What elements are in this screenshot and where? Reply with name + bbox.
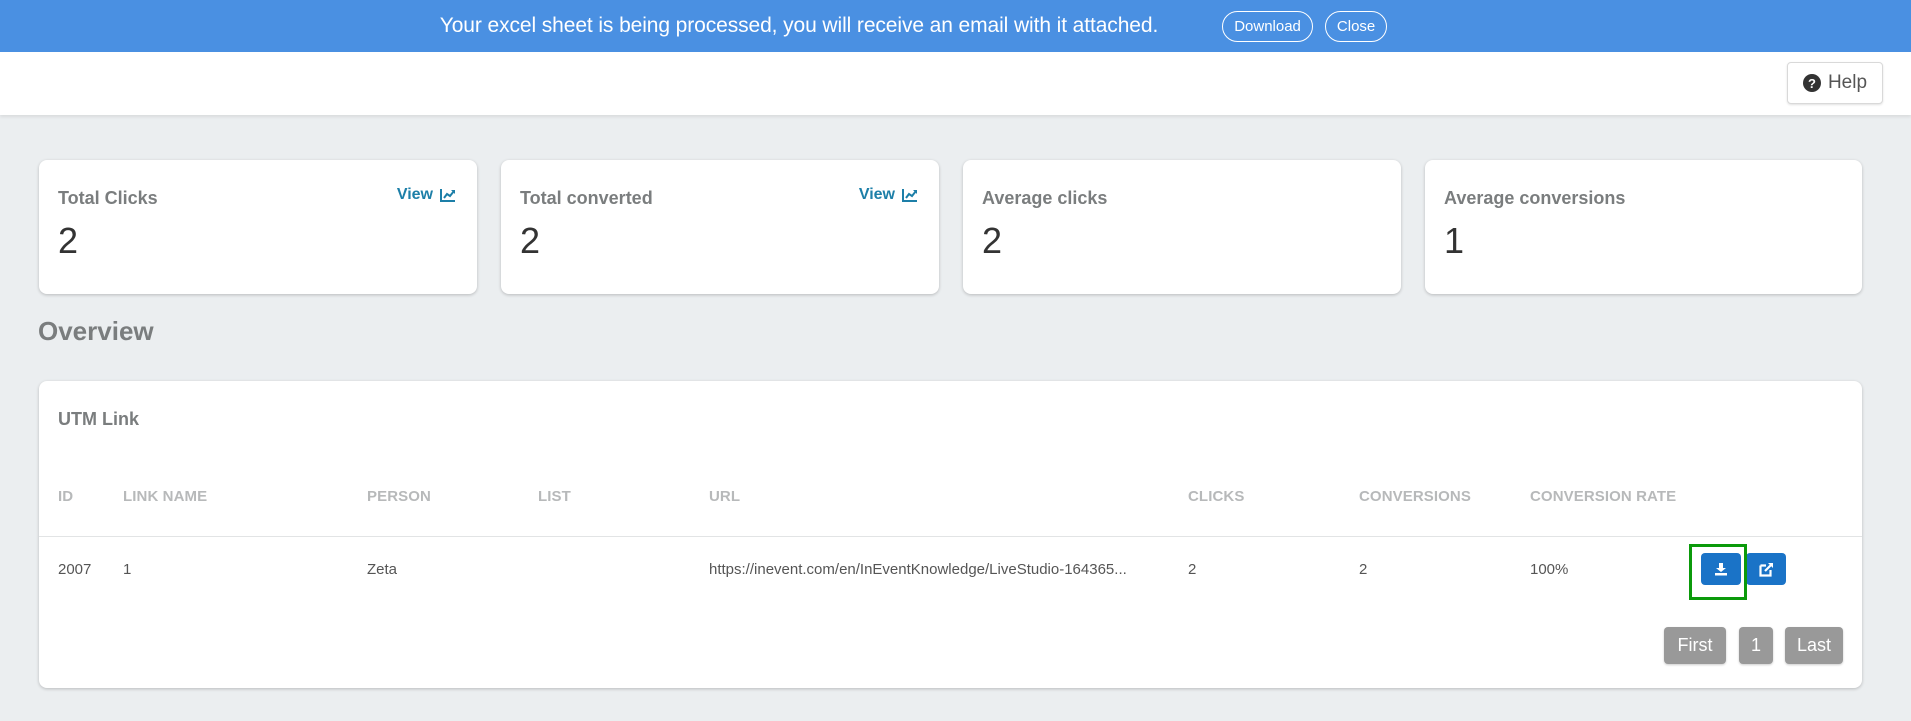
cell-clicks: 2 [1188,561,1197,578]
stat-card-total-converted: Total converted View 2 [501,160,939,294]
pagination-last-button[interactable]: Last [1785,627,1843,664]
overview-heading: Overview [38,316,154,346]
column-header-id: ID [58,488,74,505]
stat-label: Average clicks [982,188,1108,208]
cell-link-name: 1 [123,561,132,578]
stat-label: Average conversions [1444,188,1626,208]
header-divider [39,536,1862,537]
column-header-clicks: CLICKS [1188,488,1245,505]
stat-card-average-conversions: Average conversions 1 [1425,160,1862,294]
stat-value: 1 [1444,220,1465,261]
view-total-clicks-link[interactable]: View [397,186,456,204]
cell-url: https://inevent.com/en/InEventKnowledge/… [709,561,1127,578]
card-title: UTM Link [58,409,139,429]
utm-link-table-card: UTM Link ID LINK NAME PERSON LIST URL CL… [39,381,1862,688]
column-header-conversion-rate: CONVERSION RATE [1530,488,1677,505]
help-label: Help [1827,72,1868,93]
view-label: View [858,186,895,203]
external-link-icon [1758,562,1773,577]
stat-card-total-clicks: Total Clicks View 2 [39,160,477,294]
banner-download-button[interactable]: Download [1222,10,1313,42]
question-circle-icon: ? [1802,74,1821,92]
pagination-page-1-button[interactable]: 1 [1739,627,1773,664]
open-link-button[interactable] [1746,553,1786,585]
cell-person: Zeta [367,561,398,578]
line-chart-icon [902,189,917,202]
help-button[interactable]: ? Help [1787,62,1883,104]
cell-conversion-rate: 100% [1530,561,1569,578]
stat-card-average-clicks: Average clicks 2 [963,160,1401,294]
cell-conversions: 2 [1359,561,1368,578]
stat-value: 2 [520,220,541,261]
notification-banner: Your excel sheet is being processed, you… [0,0,1911,52]
column-header-link-name: LINK NAME [123,488,208,505]
stat-label: Total Clicks [58,188,158,208]
banner-close-button[interactable]: Close [1324,10,1388,42]
view-label: View [396,186,433,203]
stat-label: Total converted [520,188,653,208]
top-bar: ? Help [0,52,1911,115]
pagination-first-button[interactable]: First [1664,627,1726,664]
column-header-person: PERSON [367,488,431,505]
column-header-list: LIST [538,488,571,505]
stat-value: 2 [982,220,1003,261]
cell-id: 2007 [58,561,92,578]
banner-message: Your excel sheet is being processed, you… [439,14,1159,37]
stat-value: 2 [58,220,79,261]
column-header-url: URL [709,488,741,505]
highlight-annotation [1689,544,1747,600]
line-chart-icon [440,189,455,202]
column-header-conversions: CONVERSIONS [1359,488,1471,505]
view-total-converted-link[interactable]: View [859,186,918,204]
